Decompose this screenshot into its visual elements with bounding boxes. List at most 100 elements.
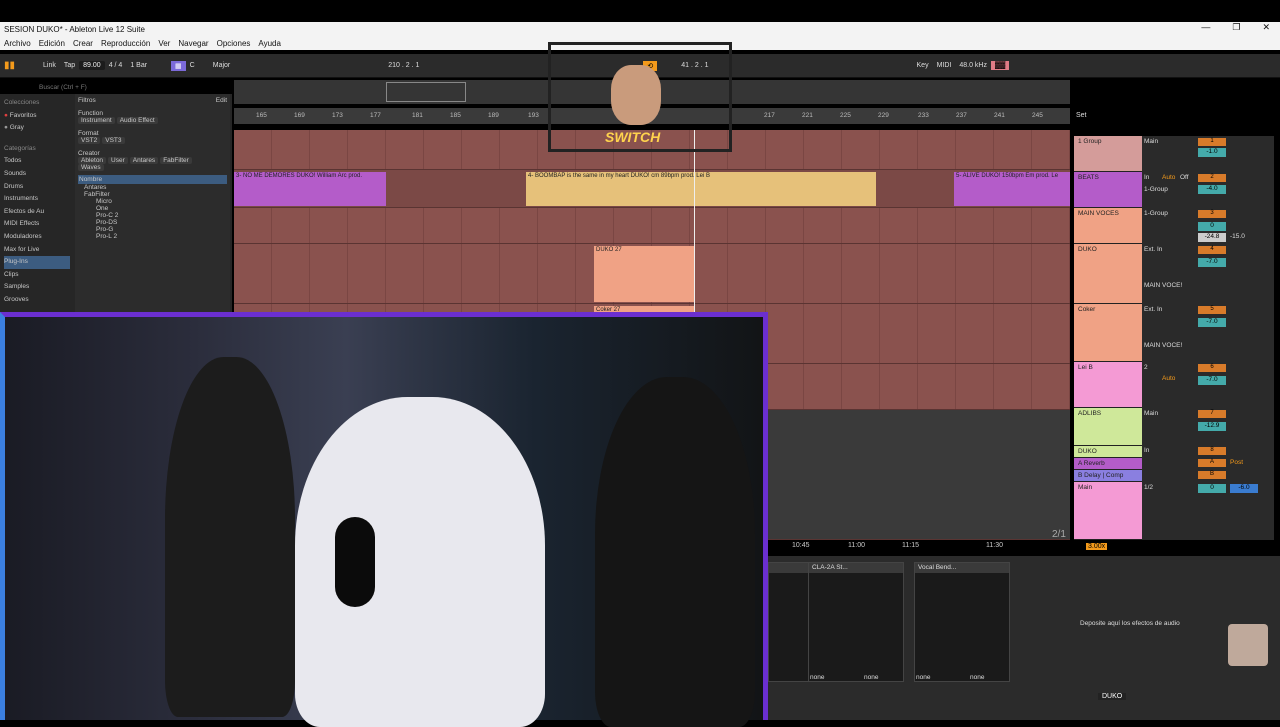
track-number[interactable]: 2 bbox=[1198, 174, 1226, 182]
track-route[interactable]: Ext. In bbox=[1144, 306, 1162, 313]
category-plugins[interactable]: Plug-Ins bbox=[4, 256, 70, 269]
track-input[interactable]: In bbox=[1144, 174, 1149, 181]
track-route[interactable]: 1-Group bbox=[1144, 186, 1168, 193]
category-grooves[interactable]: Grooves bbox=[4, 294, 70, 307]
track-number[interactable]: B bbox=[1198, 471, 1226, 479]
menu-edicion[interactable]: Edición bbox=[39, 39, 65, 48]
master-track-header[interactable]: Main bbox=[1074, 482, 1142, 540]
meter-field[interactable]: 4 / 4 bbox=[105, 61, 127, 70]
chip-ableton[interactable]: Ableton bbox=[78, 157, 107, 164]
overview-viewport[interactable] bbox=[386, 82, 466, 102]
track-header[interactable]: Lei B bbox=[1074, 362, 1142, 408]
scale-select[interactable]: Major bbox=[209, 61, 235, 70]
tree-pro-g[interactable]: Pro-G bbox=[78, 226, 227, 233]
return-track-header[interactable]: B Delay | Comp bbox=[1074, 470, 1142, 482]
menu-opciones[interactable]: Opciones bbox=[217, 39, 251, 48]
category-audio-effects[interactable]: Efectos de Au bbox=[4, 206, 70, 219]
collection-gray[interactable]: ● Gray bbox=[4, 122, 70, 135]
return-track-header[interactable]: A Reverb bbox=[1074, 458, 1142, 470]
menu-reproduccion[interactable]: Reproducción bbox=[101, 39, 150, 48]
monitor-off[interactable]: Off bbox=[1180, 174, 1189, 181]
sidechain-select[interactable]: none bbox=[916, 674, 930, 681]
set-button[interactable]: Set bbox=[1076, 112, 1087, 119]
category-max-for-live[interactable]: Max for Live bbox=[4, 244, 70, 257]
category-drums[interactable]: Drums bbox=[4, 181, 70, 194]
track-route[interactable]: Main bbox=[1144, 138, 1158, 145]
track-output[interactable]: MAIN VOCE! bbox=[1144, 342, 1182, 349]
track-number[interactable]: 1 bbox=[1198, 138, 1226, 146]
category-sounds[interactable]: Sounds bbox=[4, 168, 70, 181]
clip[interactable]: DUKO 27 bbox=[594, 246, 694, 302]
track-volume[interactable]: -7.0 bbox=[1198, 258, 1226, 267]
chip-vst2[interactable]: VST2 bbox=[78, 137, 101, 144]
device[interactable]: Vocal Bend... bbox=[914, 562, 1010, 682]
position-field[interactable]: 210 . 2 . 1 bbox=[384, 61, 423, 70]
category-midi-effects[interactable]: MIDI Effects bbox=[4, 218, 70, 231]
clip[interactable]: 3- NO ME DEMORES DUKO! William Arc prod. bbox=[234, 172, 386, 206]
lane-beats[interactable]: 3- NO ME DEMORES DUKO! William Arc prod.… bbox=[234, 170, 1070, 208]
key-select[interactable]: C bbox=[186, 61, 199, 70]
menu-crear[interactable]: Crear bbox=[73, 39, 93, 48]
category-instruments[interactable]: Instruments bbox=[4, 193, 70, 206]
category-samples[interactable]: Samples bbox=[4, 281, 70, 294]
track-header[interactable]: DUKO bbox=[1074, 446, 1142, 458]
track-route[interactable]: Ext. In bbox=[1144, 246, 1162, 253]
link-button[interactable]: Link bbox=[39, 61, 60, 70]
track-number[interactable]: 7 bbox=[1198, 410, 1226, 418]
tempo-field[interactable]: 89.00 bbox=[79, 61, 105, 70]
track-volume[interactable]: -4.0 bbox=[1198, 185, 1226, 194]
scale-icon[interactable]: ▦ bbox=[171, 60, 186, 71]
track-number[interactable]: 8 bbox=[1198, 447, 1226, 455]
track-volume[interactable]: -12.9 bbox=[1198, 422, 1226, 431]
sidechain-select[interactable]: none bbox=[970, 674, 984, 681]
tree-antares[interactable]: Antares bbox=[78, 184, 227, 191]
master-route[interactable]: 1/2 bbox=[1144, 484, 1153, 491]
chip-user[interactable]: User bbox=[108, 157, 128, 164]
clip[interactable]: 5- ALIVE DUKO! 150bpm Em prod. Le bbox=[954, 172, 1070, 206]
track-number[interactable]: 3 bbox=[1198, 210, 1226, 218]
tree-micro[interactable]: Micro bbox=[78, 198, 227, 205]
track-route[interactable]: Main bbox=[1144, 410, 1158, 417]
track-header[interactable]: 1 Group bbox=[1074, 136, 1142, 172]
midi-map-button[interactable]: MIDI bbox=[933, 61, 956, 70]
tree-one[interactable]: One bbox=[78, 205, 227, 212]
sidechain-select[interactable]: none bbox=[810, 674, 824, 681]
master-pan[interactable]: -6.0 bbox=[1230, 484, 1258, 493]
chip-waves[interactable]: Waves bbox=[78, 164, 104, 171]
chip-audio-effect[interactable]: Audio Effect bbox=[116, 117, 158, 124]
track-header[interactable]: MAIN VOCES bbox=[1074, 208, 1142, 244]
tree-pro-c2[interactable]: Pro-C 2 bbox=[78, 212, 227, 219]
track-output[interactable]: MAIN VOCE! bbox=[1144, 282, 1182, 289]
sidechain-select[interactable]: none bbox=[864, 674, 878, 681]
search-input[interactable]: Buscar (Ctrl + F) bbox=[39, 84, 87, 91]
chip-antares[interactable]: Antares bbox=[129, 157, 159, 164]
category-todos[interactable]: Todos bbox=[4, 155, 70, 168]
master-volume[interactable]: 0 bbox=[1198, 484, 1226, 493]
track-volume[interactable]: -7.0 bbox=[1198, 318, 1226, 327]
track-header[interactable]: ADLIBS bbox=[1074, 408, 1142, 446]
menu-ver[interactable]: Ver bbox=[158, 39, 170, 48]
key-map-button[interactable]: Key bbox=[913, 61, 933, 70]
collection-favoritos[interactable]: ● Favoritos bbox=[4, 110, 70, 123]
track-volume[interactable]: 0 bbox=[1198, 222, 1226, 231]
track-number[interactable]: 4 bbox=[1198, 246, 1226, 254]
tree-pro-ds[interactable]: Pro-DS bbox=[78, 219, 227, 226]
track-route[interactable]: 1-Group bbox=[1144, 210, 1168, 217]
quantize-select[interactable]: 1 Bar bbox=[126, 61, 151, 70]
track-header[interactable]: Coker bbox=[1074, 304, 1142, 362]
tree-fabfilter[interactable]: FabFilter bbox=[78, 191, 227, 198]
category-modulators[interactable]: Moduladores bbox=[4, 231, 70, 244]
track-header[interactable]: BEATS bbox=[1074, 172, 1142, 208]
minimize-button[interactable]: — bbox=[1201, 22, 1210, 33]
monitor-auto[interactable]: Auto bbox=[1162, 375, 1175, 382]
lane-main-voces[interactable] bbox=[234, 208, 1070, 244]
send-post[interactable]: Post bbox=[1230, 459, 1243, 466]
tap-button[interactable]: Tap bbox=[60, 61, 79, 70]
track-number[interactable]: 6 bbox=[1198, 364, 1226, 372]
track-header[interactable]: DUKO bbox=[1074, 244, 1142, 304]
monitor-auto[interactable]: Auto bbox=[1162, 174, 1175, 181]
track-number[interactable]: A bbox=[1198, 459, 1226, 467]
chip-instrument[interactable]: Instrument bbox=[78, 117, 115, 124]
chip-vst3[interactable]: VST3 bbox=[102, 137, 125, 144]
track-volume[interactable]: -7.0 bbox=[1198, 376, 1226, 385]
